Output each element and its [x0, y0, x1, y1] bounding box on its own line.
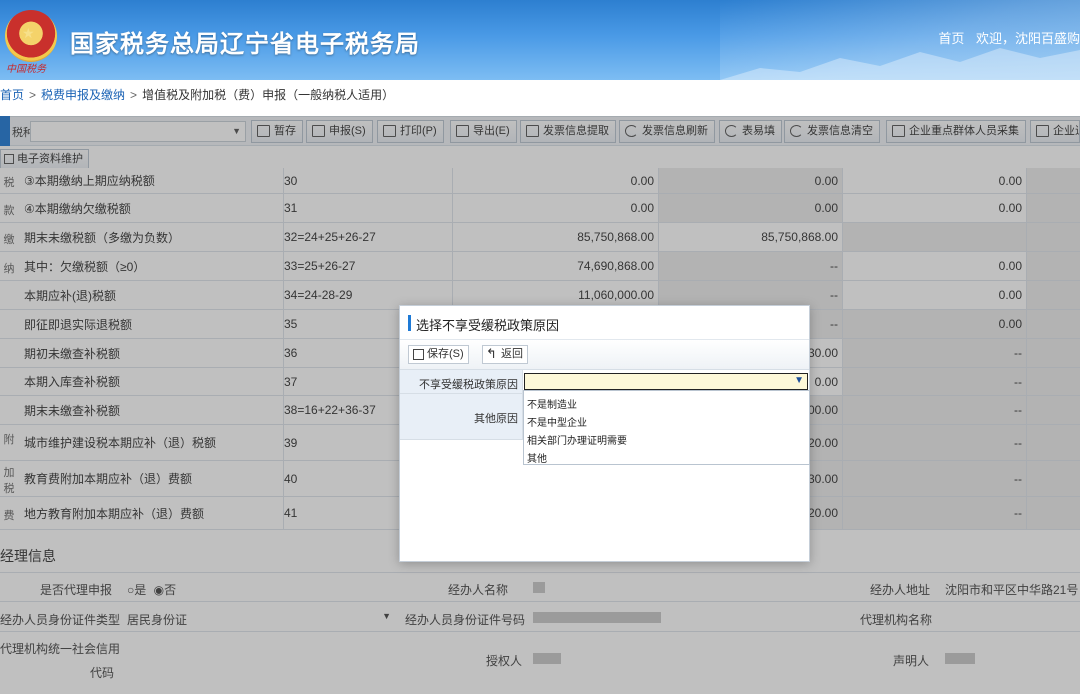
save-button[interactable]: 保存(S): [408, 345, 469, 364]
back-button[interactable]: ↰ 返回: [482, 345, 528, 364]
site-header: ★ 中国税务 国家税务总局辽宁省电子税务局 首页 欢迎，沈阳百盛购: [0, 0, 1080, 80]
reason-dialog: 选择不享受缓税政策原因 保存(S) ↰ 返回 不享受缓税政策原因 ▼ 其他原因 不…: [399, 305, 810, 562]
option-not-medium-enterprise[interactable]: 不是中型企业: [527, 414, 587, 429]
back-arrow-icon: ↰: [486, 346, 497, 361]
chevron-down-icon: ▼: [794, 375, 804, 386]
reason-dropdown-list: 不是制造业 不是中型企业 相关部门办理证明需要 其他: [523, 390, 810, 465]
option-dept-proof-needed[interactable]: 相关部门办理证明需要: [527, 432, 627, 447]
breadcrumb-home[interactable]: 首页: [0, 88, 24, 102]
other-label-cell: 其他原因: [400, 394, 523, 440]
site-title: 国家税务总局辽宁省电子税务局: [70, 31, 420, 58]
dialog-toolbar: 保存(S) ↰ 返回: [400, 340, 809, 370]
breadcrumb-tax-filing[interactable]: 税费申报及缴纳: [41, 88, 125, 102]
logo-signature: 中国税务: [6, 64, 46, 75]
option-other[interactable]: 其他: [527, 450, 547, 465]
top-links: 首页 欢迎，沈阳百盛购: [930, 28, 1080, 47]
dialog-title: 选择不享受缓税政策原因: [416, 318, 560, 333]
title-accent-bar: [408, 315, 411, 331]
reason-combo[interactable]: ▼: [524, 373, 808, 390]
home-link[interactable]: 首页: [938, 31, 964, 46]
welcome-text: 欢迎，沈阳百盛购: [975, 31, 1080, 46]
save-icon: [413, 349, 424, 360]
reason-label-cell: 不享受缓税政策原因: [400, 370, 523, 394]
other-reason-label: 其他原因: [474, 413, 518, 425]
breadcrumb-current: 增值税及附加税（费）申报（一般纳税人适用）: [142, 88, 395, 102]
breadcrumb: 首页 > 税费申报及缴纳 > 增值税及附加税（费）申报（一般纳税人适用）: [0, 88, 395, 102]
reason-label: 不享受缓税政策原因: [419, 379, 518, 391]
dialog-header: 选择不享受缓税政策原因: [400, 306, 809, 340]
star-icon: ★: [22, 25, 35, 41]
option-not-manufacturing[interactable]: 不是制造业: [527, 396, 577, 411]
